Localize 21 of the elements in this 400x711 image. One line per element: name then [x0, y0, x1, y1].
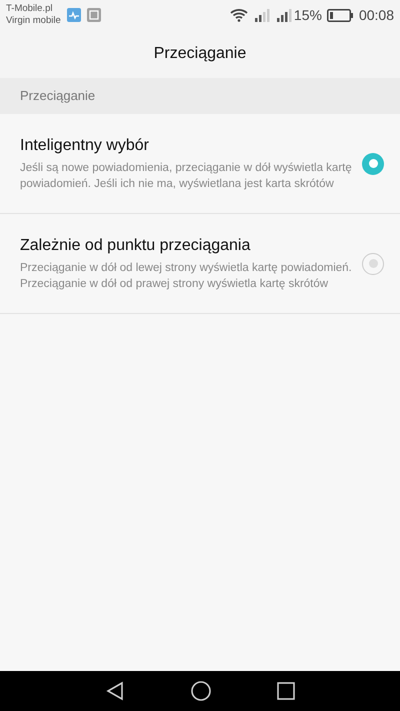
home-icon[interactable]	[191, 681, 211, 701]
battery-percent: 15%	[294, 6, 322, 24]
section-header: Przeciąganie	[20, 87, 96, 106]
wifi-icon	[230, 8, 248, 22]
back-icon[interactable]	[105, 681, 125, 701]
signal-icon	[276, 8, 292, 22]
carrier-name: T-Mobile.pl	[6, 3, 54, 15]
signal-icon	[254, 8, 270, 22]
carrier-name: Virgin mobile	[6, 15, 61, 27]
radio-button[interactable]	[362, 152, 384, 174]
image-icon	[86, 8, 101, 22]
option-description: Przeciąganie w dół od lewej strony wyświetla kartę powiadomień. Przeciąganie w dół od prawej strony wyświetla kartę skrótów	[20, 261, 352, 292]
notification-icon	[66, 8, 81, 22]
recents-icon[interactable]	[277, 682, 295, 700]
clock: 00:08	[358, 6, 394, 24]
option-description: Jeśli są nowe powiadomienia, przeciąganie w dół wyświetla kartę powiadomień. Jeśli ich nie ma, wyświetlana jest karta skrótów	[20, 161, 352, 192]
battery-icon	[326, 8, 353, 22]
radio-button[interactable]	[362, 252, 384, 274]
option-title: Inteligentny wybór	[20, 136, 150, 156]
page-title: Przeciąganie	[154, 44, 246, 64]
option-title: Zależnie od punktu przeciągania	[20, 236, 252, 256]
